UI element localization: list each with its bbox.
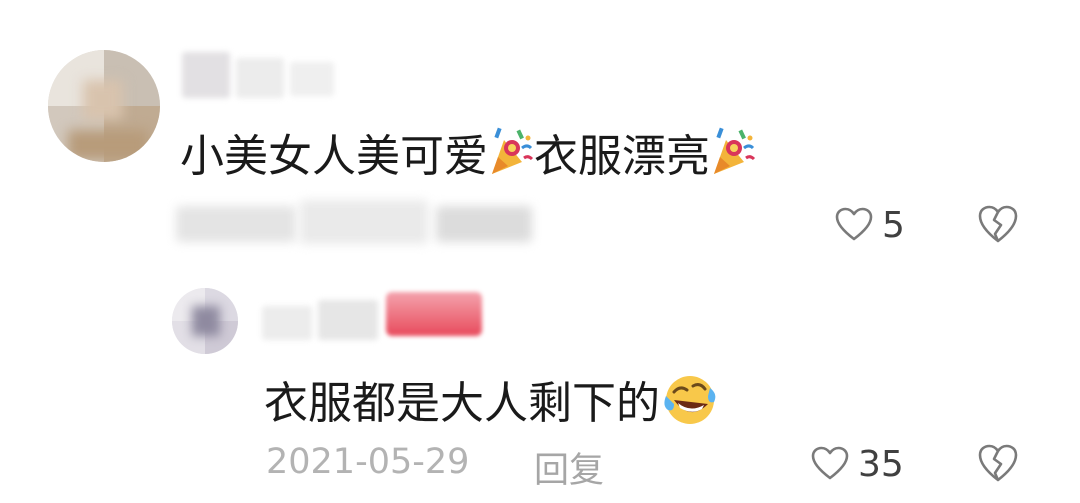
reply-like-count: 35 <box>858 444 904 485</box>
reply-like-button[interactable]: 35 <box>810 445 904 485</box>
comment-thread: 小美女人美可爱 衣服漂亮 5 衣服都是大人剩下的 2021-05-29 回复 3… <box>0 0 1080 503</box>
heart-outline-icon <box>810 445 850 485</box>
commenter-avatar[interactable] <box>48 50 160 162</box>
reply-dislike-button[interactable] <box>976 442 1020 484</box>
broken-heart-icon <box>976 444 1020 488</box>
broken-heart-icon <box>976 205 1020 249</box>
dislike-button[interactable] <box>976 203 1020 245</box>
reply-text-content: 衣服都是大人剩下的 <box>264 378 660 429</box>
comment-text: 小美女人美可爱 衣服漂亮 <box>180 126 756 188</box>
reply-button[interactable]: 回复 <box>534 442 604 493</box>
like-count: 5 <box>882 205 905 246</box>
like-button[interactable]: 5 <box>834 206 905 246</box>
reply-date: 2021-05-29 <box>266 442 470 482</box>
heart-outline-icon <box>834 206 874 246</box>
reply-text: 衣服都是大人剩下的 <box>264 370 718 438</box>
laughing-crying-face-icon <box>660 370 718 438</box>
comment-text-part2: 衣服漂亮 <box>534 131 710 182</box>
party-popper-icon <box>488 126 534 188</box>
author-badge-redacted <box>386 292 482 336</box>
reply-avatar[interactable] <box>172 288 238 354</box>
party-popper-icon <box>710 126 756 188</box>
comment-text-part1: 小美女人美可爱 <box>180 131 488 182</box>
